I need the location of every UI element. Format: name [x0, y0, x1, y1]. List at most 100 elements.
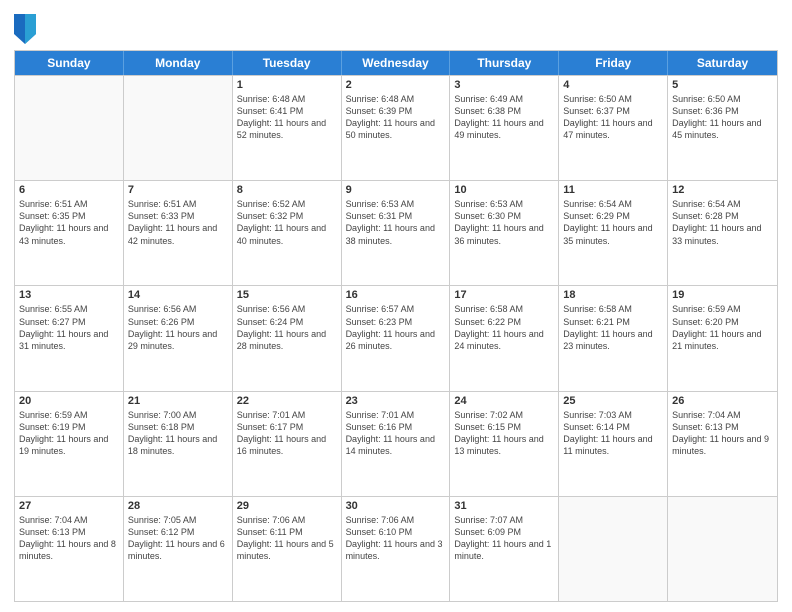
cell-date-number: 8: [237, 184, 337, 196]
cell-date-number: 13: [19, 289, 119, 301]
cell-date-number: 6: [19, 184, 119, 196]
cell-info-text: Sunrise: 7:07 AM Sunset: 6:09 PM Dayligh…: [454, 514, 554, 563]
cell-date-number: 7: [128, 184, 228, 196]
calendar-day-25: 25Sunrise: 7:03 AM Sunset: 6:14 PM Dayli…: [559, 392, 668, 496]
cell-info-text: Sunrise: 7:04 AM Sunset: 6:13 PM Dayligh…: [19, 514, 119, 563]
calendar-day-9: 9Sunrise: 6:53 AM Sunset: 6:31 PM Daylig…: [342, 181, 451, 285]
cell-info-text: Sunrise: 6:59 AM Sunset: 6:20 PM Dayligh…: [672, 303, 773, 352]
calendar-day-20: 20 Sunrise: 6:59 AM Sunset: 6:19 PM Dayli…: [15, 392, 124, 496]
cell-info-text: Sunrise: 7:00 AM Sunset: 6:18 PM Dayligh…: [128, 409, 228, 458]
cell-date-number: 10: [454, 184, 554, 196]
calendar-day-empty: [124, 76, 233, 180]
cell-date-number: 22: [237, 395, 337, 407]
calendar-day-17: 17 Sunrise: 6:58 AM Sunset: 6:22 PM Dayli…: [450, 286, 559, 390]
cell-date-number: 26: [672, 395, 773, 407]
cell-info-text: Sunrise: 7:04 AM Sunset: 6:13 PM Dayligh…: [672, 409, 773, 458]
page: SundayMondayTuesdayWednesdayThursdayFrid…: [0, 0, 792, 612]
calendar-day-empty: [15, 76, 124, 180]
weekday-header-wednesday: Wednesday: [342, 51, 451, 75]
cell-info-text: Sunrise: 6:55 AM Sunset: 6:27 PM Dayligh…: [19, 303, 119, 352]
calendar-day-11: 11 Sunrise: 6:54 AM Sunset: 6:29 PM Dayli…: [559, 181, 668, 285]
calendar-day-7: 7 Sunrise: 6:51 AM Sunset: 6:33 PM Daylig…: [124, 181, 233, 285]
cell-date-number: 11: [563, 184, 663, 196]
calendar-day-28: 28 Sunrise: 7:05 AM Sunset: 6:12 PM Dayli…: [124, 497, 233, 601]
calendar-day-1: 1 Sunrise: 6:48 AM Sunset: 6:41 PM Daylig…: [233, 76, 342, 180]
cell-date-number: 24: [454, 395, 554, 407]
calendar-day-empty: [559, 497, 668, 601]
cell-info-text: Sunrise: 6:58 AM Sunset: 6:22 PM Dayligh…: [454, 303, 554, 352]
calendar-day-18: 18 Sunrise: 6:58 AM Sunset: 6:21 PM Dayli…: [559, 286, 668, 390]
calendar-day-24: 24 Sunrise: 7:02 AM Sunset: 6:15 PM Dayli…: [450, 392, 559, 496]
cell-date-number: 20: [19, 395, 119, 407]
calendar-day-26: 26 Sunrise: 7:04 AM Sunset: 6:13 PM Dayli…: [668, 392, 777, 496]
calendar-day-15: 15 Sunrise: 6:56 AM Sunset: 6:24 PM Dayli…: [233, 286, 342, 390]
cell-date-number: 17: [454, 289, 554, 301]
weekday-header-tuesday: Tuesday: [233, 51, 342, 75]
cell-date-number: 5: [672, 79, 773, 91]
calendar-day-2: 2Sunrise: 6:48 AM Sunset: 6:39 PM Daylig…: [342, 76, 451, 180]
cell-info-text: Sunrise: 7:02 AM Sunset: 6:15 PM Dayligh…: [454, 409, 554, 458]
cell-date-number: 29: [237, 500, 337, 512]
cell-info-text: Sunrise: 6:56 AM Sunset: 6:26 PM Dayligh…: [128, 303, 228, 352]
weekday-header-friday: Friday: [559, 51, 668, 75]
logo-icon: [14, 14, 36, 44]
cell-date-number: 14: [128, 289, 228, 301]
cell-info-text: Sunrise: 6:50 AM Sunset: 6:37 PM Dayligh…: [563, 93, 663, 142]
calendar-week-4: 20 Sunrise: 6:59 AM Sunset: 6:19 PM Dayli…: [15, 391, 777, 496]
cell-date-number: 9: [346, 184, 446, 196]
cell-date-number: 3: [454, 79, 554, 91]
cell-date-number: 28: [128, 500, 228, 512]
calendar-day-13: 13 Sunrise: 6:55 AM Sunset: 6:27 PM Dayli…: [15, 286, 124, 390]
calendar-week-2: 6 Sunrise: 6:51 AM Sunset: 6:35 PM Daylig…: [15, 180, 777, 285]
cell-date-number: 30: [346, 500, 446, 512]
calendar-header-row: SundayMondayTuesdayWednesdayThursdayFrid…: [15, 51, 777, 75]
cell-date-number: 16: [346, 289, 446, 301]
calendar-body: 1 Sunrise: 6:48 AM Sunset: 6:41 PM Daylig…: [15, 75, 777, 601]
cell-info-text: Sunrise: 6:57 AM Sunset: 6:23 PM Dayligh…: [346, 303, 446, 352]
calendar-week-1: 1 Sunrise: 6:48 AM Sunset: 6:41 PM Daylig…: [15, 75, 777, 180]
cell-info-text: Sunrise: 7:06 AM Sunset: 6:11 PM Dayligh…: [237, 514, 337, 563]
calendar-day-29: 29 Sunrise: 7:06 AM Sunset: 6:11 PM Dayli…: [233, 497, 342, 601]
calendar-day-19: 19Sunrise: 6:59 AM Sunset: 6:20 PM Dayli…: [668, 286, 777, 390]
cell-date-number: 1: [237, 79, 337, 91]
cell-info-text: Sunrise: 6:48 AM Sunset: 6:39 PM Dayligh…: [346, 93, 446, 142]
cell-info-text: Sunrise: 6:53 AM Sunset: 6:30 PM Dayligh…: [454, 198, 554, 247]
cell-info-text: Sunrise: 6:59 AM Sunset: 6:19 PM Dayligh…: [19, 409, 119, 458]
cell-date-number: 31: [454, 500, 554, 512]
calendar: SundayMondayTuesdayWednesdayThursdayFrid…: [14, 50, 778, 602]
cell-info-text: Sunrise: 6:56 AM Sunset: 6:24 PM Dayligh…: [237, 303, 337, 352]
calendar-day-10: 10 Sunrise: 6:53 AM Sunset: 6:30 PM Dayli…: [450, 181, 559, 285]
cell-date-number: 18: [563, 289, 663, 301]
cell-info-text: Sunrise: 6:54 AM Sunset: 6:29 PM Dayligh…: [563, 198, 663, 247]
cell-info-text: Sunrise: 6:52 AM Sunset: 6:32 PM Dayligh…: [237, 198, 337, 247]
cell-date-number: 15: [237, 289, 337, 301]
cell-info-text: Sunrise: 7:01 AM Sunset: 6:16 PM Dayligh…: [346, 409, 446, 458]
cell-date-number: 21: [128, 395, 228, 407]
calendar-day-6: 6 Sunrise: 6:51 AM Sunset: 6:35 PM Daylig…: [15, 181, 124, 285]
cell-info-text: Sunrise: 6:58 AM Sunset: 6:21 PM Dayligh…: [563, 303, 663, 352]
cell-date-number: 4: [563, 79, 663, 91]
cell-date-number: 23: [346, 395, 446, 407]
calendar-day-23: 23 Sunrise: 7:01 AM Sunset: 6:16 PM Dayli…: [342, 392, 451, 496]
calendar-day-12: 12 Sunrise: 6:54 AM Sunset: 6:28 PM Dayli…: [668, 181, 777, 285]
cell-info-text: Sunrise: 6:51 AM Sunset: 6:35 PM Dayligh…: [19, 198, 119, 247]
calendar-week-3: 13 Sunrise: 6:55 AM Sunset: 6:27 PM Dayli…: [15, 285, 777, 390]
cell-info-text: Sunrise: 6:48 AM Sunset: 6:41 PM Dayligh…: [237, 93, 337, 142]
calendar-day-30: 30Sunrise: 7:06 AM Sunset: 6:10 PM Dayli…: [342, 497, 451, 601]
cell-info-text: Sunrise: 7:03 AM Sunset: 6:14 PM Dayligh…: [563, 409, 663, 458]
calendar-day-14: 14 Sunrise: 6:56 AM Sunset: 6:26 PM Dayli…: [124, 286, 233, 390]
cell-info-text: Sunrise: 6:54 AM Sunset: 6:28 PM Dayligh…: [672, 198, 773, 247]
weekday-header-saturday: Saturday: [668, 51, 777, 75]
cell-date-number: 27: [19, 500, 119, 512]
calendar-day-3: 3 Sunrise: 6:49 AM Sunset: 6:38 PM Daylig…: [450, 76, 559, 180]
header: [14, 10, 778, 44]
calendar-week-5: 27 Sunrise: 7:04 AM Sunset: 6:13 PM Dayli…: [15, 496, 777, 601]
calendar-day-empty: [668, 497, 777, 601]
logo: [14, 14, 40, 44]
cell-info-text: Sunrise: 6:49 AM Sunset: 6:38 PM Dayligh…: [454, 93, 554, 142]
calendar-day-8: 8 Sunrise: 6:52 AM Sunset: 6:32 PM Daylig…: [233, 181, 342, 285]
cell-info-text: Sunrise: 7:05 AM Sunset: 6:12 PM Dayligh…: [128, 514, 228, 563]
cell-date-number: 12: [672, 184, 773, 196]
cell-info-text: Sunrise: 6:51 AM Sunset: 6:33 PM Dayligh…: [128, 198, 228, 247]
calendar-day-5: 5Sunrise: 6:50 AM Sunset: 6:36 PM Daylig…: [668, 76, 777, 180]
